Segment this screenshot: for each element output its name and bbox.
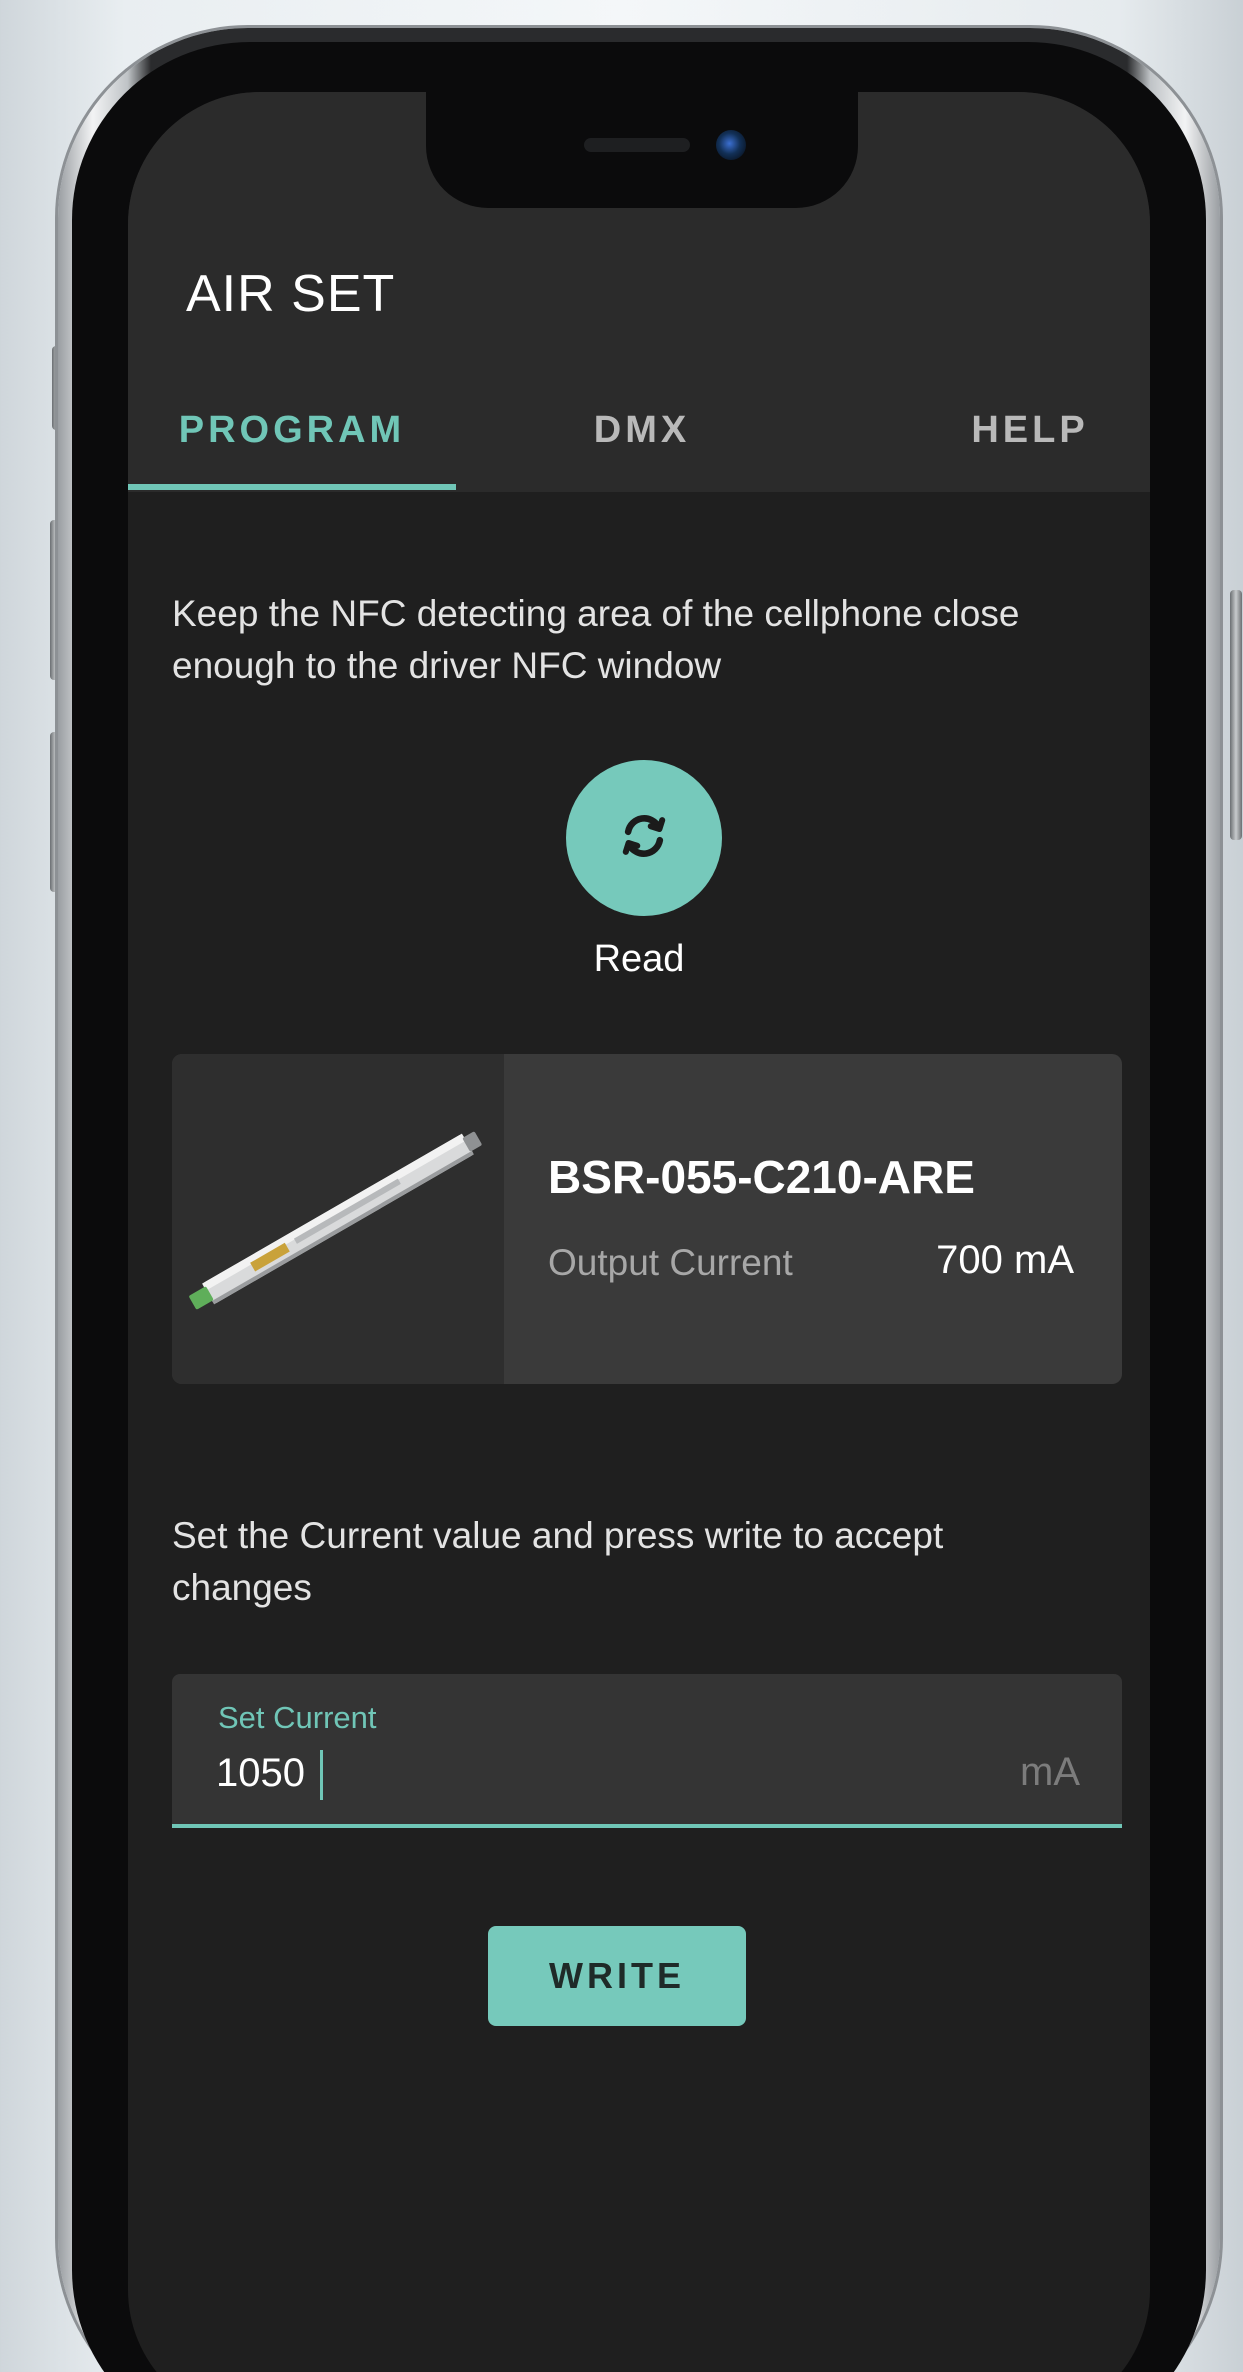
front-camera [716, 130, 746, 160]
read-button[interactable] [566, 760, 722, 916]
current-unit-suffix: mA [1020, 1750, 1080, 1794]
phone-notch [426, 92, 858, 208]
read-button-label: Read [593, 938, 685, 980]
write-button[interactable]: WRITE [488, 1926, 746, 2026]
active-tab-indicator [128, 484, 456, 490]
driver-info-card: BSR-055-C210-ARE Output Current 700 mA [172, 1054, 1122, 1384]
speaker-grille [584, 138, 690, 152]
tab-program-label: PROGRAM [178, 409, 406, 451]
set-current-instruction: Set the Current value and press write to… [172, 1515, 944, 1608]
text-caret [320, 1750, 323, 1800]
tab-dmx-label: DMX [593, 409, 691, 451]
tab-dmx[interactable]: DMX [456, 410, 828, 492]
power-button [1230, 590, 1242, 840]
refresh-icon [616, 808, 672, 869]
phone-screen: AIR SET PROGRAM DMX HELP Keep the NFC de… [128, 92, 1150, 2372]
driver-model-name: BSR-055-C210-ARE [548, 1151, 975, 1203]
tab-help-label: HELP [971, 409, 1089, 451]
app-title: AIR SET [186, 265, 396, 323]
set-current-label: Set Current [218, 1700, 377, 1735]
led-driver-image [172, 1054, 504, 1384]
set-current-field[interactable]: Set Current mA [172, 1674, 1122, 1828]
output-current-label: Output Current [548, 1242, 793, 1283]
tab-program[interactable]: PROGRAM [128, 410, 456, 492]
phone-frame: AIR SET PROGRAM DMX HELP Keep the NFC de… [58, 28, 1220, 2372]
nfc-instruction: Keep the NFC detecting area of the cellp… [172, 593, 1020, 686]
output-current-value: 700 mA [936, 1238, 1074, 1282]
tab-help[interactable]: HELP [910, 410, 1150, 492]
